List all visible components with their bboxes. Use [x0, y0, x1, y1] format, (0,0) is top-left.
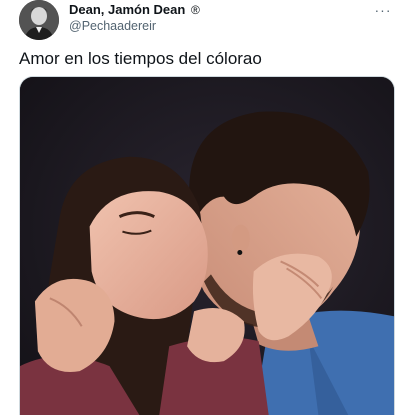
- tweet-card: Dean, Jamón Dean ® @Pechaadereir ··· Amo…: [0, 0, 411, 415]
- author-info: Dean, Jamón Dean ® @Pechaadereir: [69, 2, 200, 34]
- author-handle[interactable]: @Pechaadereir: [69, 18, 200, 34]
- kiss-photo: [20, 77, 394, 415]
- display-name-text: Dean, Jamón Dean: [69, 2, 186, 17]
- author-display-name[interactable]: Dean, Jamón Dean ®: [69, 2, 200, 18]
- author-avatar[interactable]: [19, 0, 59, 40]
- more-dots-icon[interactable]: ···: [371, 2, 395, 18]
- tweet-photo[interactable]: [19, 76, 395, 415]
- profile-photo-icon: [19, 0, 59, 40]
- tweet-text: Amor en los tiempos del cólorao: [19, 49, 262, 68]
- badge-icon: ®: [190, 3, 200, 17]
